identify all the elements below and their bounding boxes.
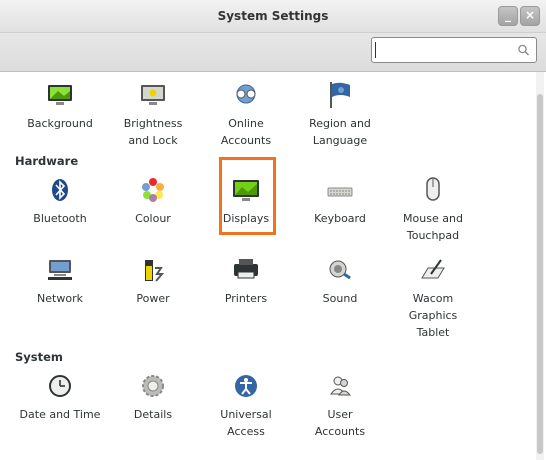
mouse-icon: [426, 177, 440, 201]
item-bluetooth[interactable]: Bluetooth: [15, 174, 105, 227]
system-heading: System: [15, 350, 63, 364]
item-label: Mouse and Touchpad: [403, 212, 463, 242]
item-network[interactable]: Network: [15, 254, 105, 307]
item-label: Brightness and Lock: [123, 117, 183, 147]
keyboard-icon: [327, 187, 353, 197]
clock-icon: [49, 375, 71, 397]
item-printers[interactable]: Printers: [201, 254, 291, 307]
scrollbar[interactable]: [536, 72, 544, 460]
item-universal-access[interactable]: Universal Access: [201, 370, 291, 440]
item-label: Background: [27, 117, 93, 130]
toolbar: [0, 33, 546, 72]
item-details[interactable]: Details: [108, 370, 198, 423]
sound-icon: [329, 260, 351, 280]
item-keyboard[interactable]: Keyboard: [295, 174, 385, 227]
item-label: Sound: [322, 292, 358, 305]
minimize-button[interactable]: _: [498, 6, 518, 26]
region-flag-icon: [330, 82, 350, 108]
item-label: Printers: [224, 292, 268, 305]
scrollbar-thumb[interactable]: [537, 94, 543, 454]
item-label: Keyboard: [314, 212, 366, 225]
item-label: Bluetooth: [33, 212, 87, 225]
brightness-icon: [141, 85, 165, 105]
universal-access-icon: [235, 375, 257, 397]
background-icon: [48, 85, 72, 105]
item-wacom-tablet[interactable]: Wacom Graphics Tablet: [388, 254, 478, 341]
item-power[interactable]: Power: [108, 254, 198, 307]
item-brightness-lock[interactable]: Brightness and Lock: [108, 79, 198, 149]
online-accounts-icon: [236, 84, 256, 104]
search-icon[interactable]: [516, 41, 532, 59]
network-icon: [48, 260, 72, 280]
search-box[interactable]: [371, 37, 537, 63]
item-label: Details: [133, 408, 173, 421]
settings-panel: Background Brightness and Lock Online Ac…: [0, 72, 534, 460]
item-label: Online Accounts: [220, 117, 272, 147]
item-mouse-touchpad[interactable]: Mouse and Touchpad: [388, 174, 478, 244]
item-date-time[interactable]: Date and Time: [15, 370, 105, 423]
printer-icon: [234, 259, 258, 279]
user-accounts-icon: [330, 376, 352, 396]
item-label: Power: [136, 292, 170, 305]
item-sound[interactable]: Sound: [295, 254, 385, 307]
wacom-tablet-icon: [421, 259, 445, 279]
search-input[interactable]: [376, 41, 518, 61]
item-user-accounts[interactable]: User Accounts: [295, 370, 385, 440]
title-bar: System Settings _ ×: [0, 0, 546, 33]
item-label: Colour: [135, 212, 171, 225]
item-label: Region and Language: [309, 117, 371, 147]
hardware-heading: Hardware: [15, 154, 79, 168]
colour-icon: [142, 178, 164, 202]
displays-highlight-box: [219, 157, 276, 235]
item-label: Wacom Graphics Tablet: [408, 292, 458, 339]
close-button[interactable]: ×: [520, 6, 540, 26]
power-icon: [145, 260, 165, 282]
window-title: System Settings: [217, 9, 329, 23]
item-region-language[interactable]: Region and Language: [295, 79, 385, 149]
item-online-accounts[interactable]: Online Accounts: [201, 79, 291, 149]
bluetooth-icon: [52, 179, 68, 201]
item-background[interactable]: Background: [15, 79, 105, 132]
item-colour[interactable]: Colour: [108, 174, 198, 227]
item-label: Network: [37, 292, 83, 305]
details-icon: [142, 375, 164, 397]
item-label: Universal Access: [220, 408, 272, 438]
item-label: User Accounts: [314, 408, 366, 438]
item-label: Date and Time: [19, 408, 101, 421]
